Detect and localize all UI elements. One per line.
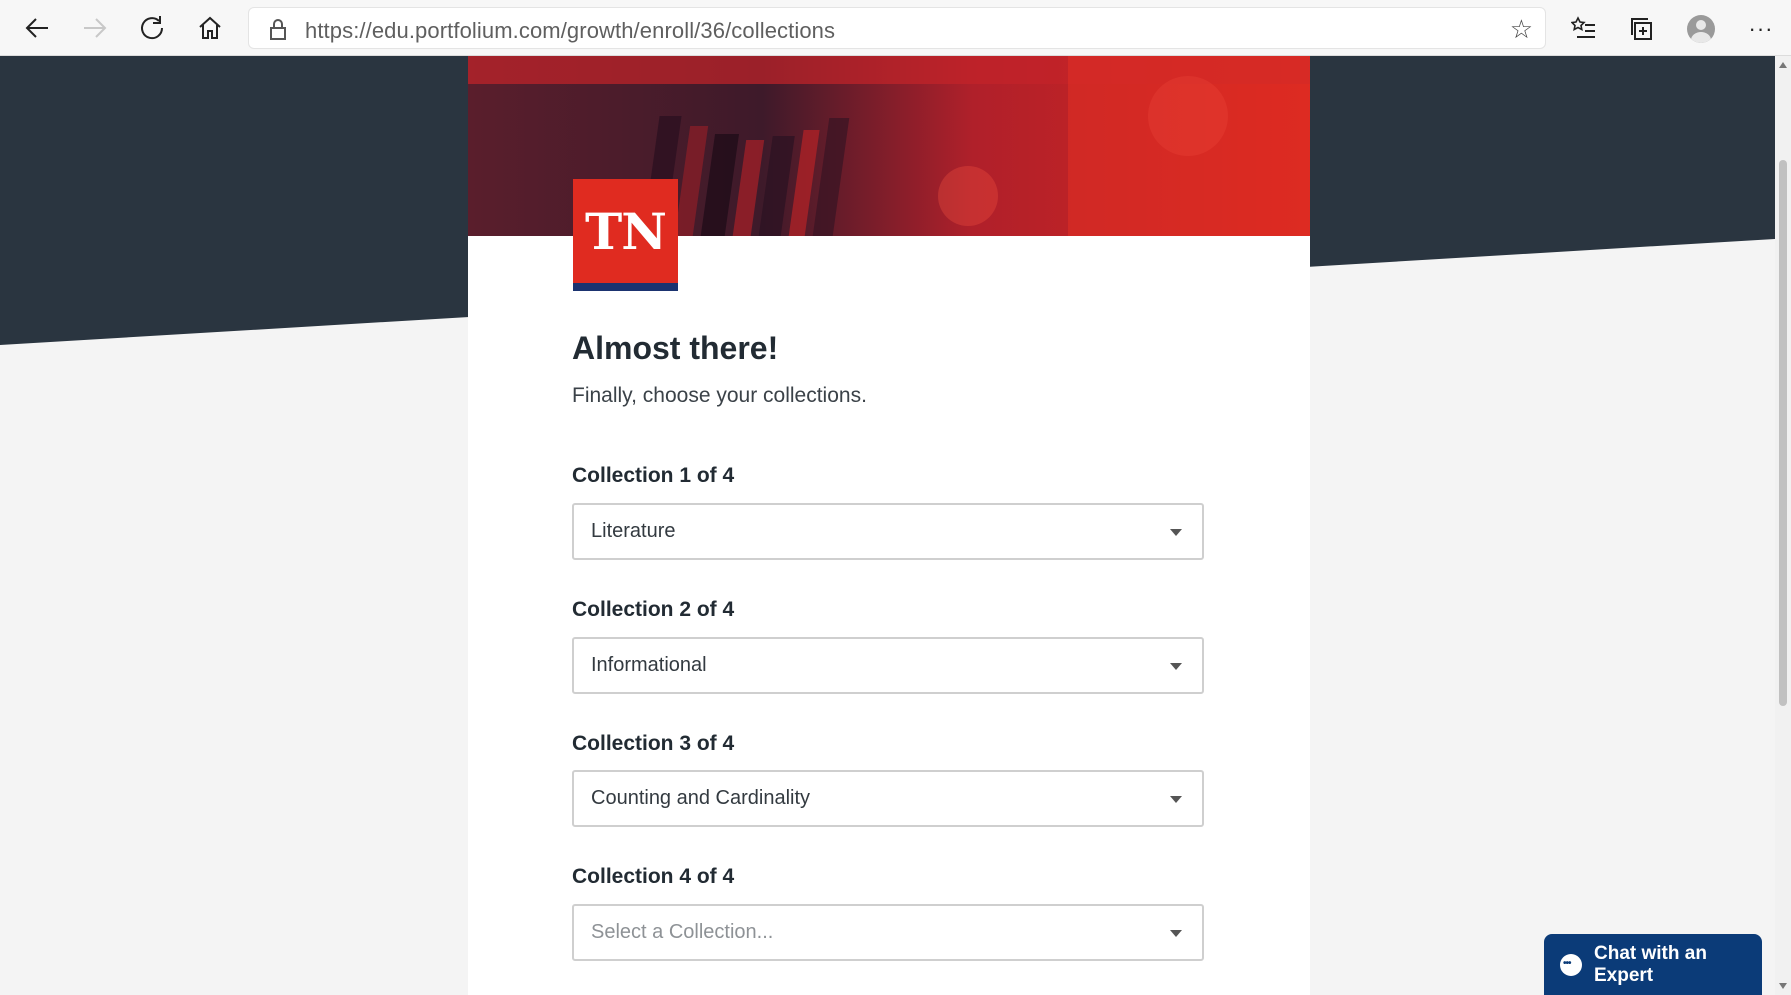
scroll-up-icon[interactable] (1779, 62, 1787, 68)
tn-logo: TN (573, 179, 678, 291)
chevron-down-icon (1170, 663, 1182, 670)
chevron-down-icon (1170, 796, 1182, 803)
collection-4-placeholder: Select a Collection... (591, 921, 774, 943)
collection-4-select[interactable]: Select a Collection... (572, 904, 1204, 961)
chat-bubble-icon (1560, 953, 1582, 976)
chat-button-label: Chat with an Expert (1594, 942, 1707, 986)
collection-2-value: Informational (591, 654, 707, 676)
collection-1-select[interactable]: Literature (572, 503, 1204, 560)
collection-2-select[interactable]: Informational (572, 637, 1204, 694)
page-subheading: Finally, choose your collections. (572, 384, 867, 407)
scroll-thumb[interactable] (1779, 160, 1787, 706)
profile-icon[interactable] (1681, 9, 1721, 49)
star-icon[interactable]: ☆ (1510, 14, 1533, 45)
url-text[interactable]: https://edu.portfolium.com/growth/enroll… (305, 18, 835, 44)
collection-4-label: Collection 4 of 4 (572, 865, 735, 888)
chat-with-expert-button[interactable]: Chat with an Expert (1544, 934, 1762, 995)
collection-3-value: Counting and Cardinality (591, 787, 811, 809)
chevron-down-icon (1170, 529, 1182, 536)
favorites-icon[interactable] (1564, 9, 1604, 49)
collection-3-label: Collection 3 of 4 (572, 732, 735, 755)
home-icon[interactable] (190, 8, 230, 48)
page-scrollbar[interactable] (1775, 56, 1791, 995)
chevron-down-icon (1170, 930, 1182, 937)
collection-1-value: Literature (591, 520, 676, 542)
more-icon[interactable]: ··· (1741, 9, 1781, 49)
browser-toolbar: https://edu.portfolium.com/growth/enroll… (0, 0, 1791, 56)
page-heading: Almost there! (572, 330, 779, 366)
back-arrow-icon[interactable] (17, 8, 57, 48)
scroll-down-icon[interactable] (1779, 983, 1787, 989)
collection-2-label: Collection 2 of 4 (572, 598, 735, 621)
enrollment-card: TN Almost there! Finally, choose your co… (468, 56, 1310, 995)
refresh-icon[interactable] (132, 8, 172, 48)
collection-1-label: Collection 1 of 4 (572, 464, 735, 487)
address-bar[interactable]: https://edu.portfolium.com/growth/enroll… (248, 7, 1546, 49)
collection-3-select[interactable]: Counting and Cardinality (572, 770, 1204, 827)
forward-arrow-icon[interactable] (75, 8, 115, 48)
lock-icon (267, 18, 289, 40)
collections-icon[interactable] (1622, 9, 1662, 49)
